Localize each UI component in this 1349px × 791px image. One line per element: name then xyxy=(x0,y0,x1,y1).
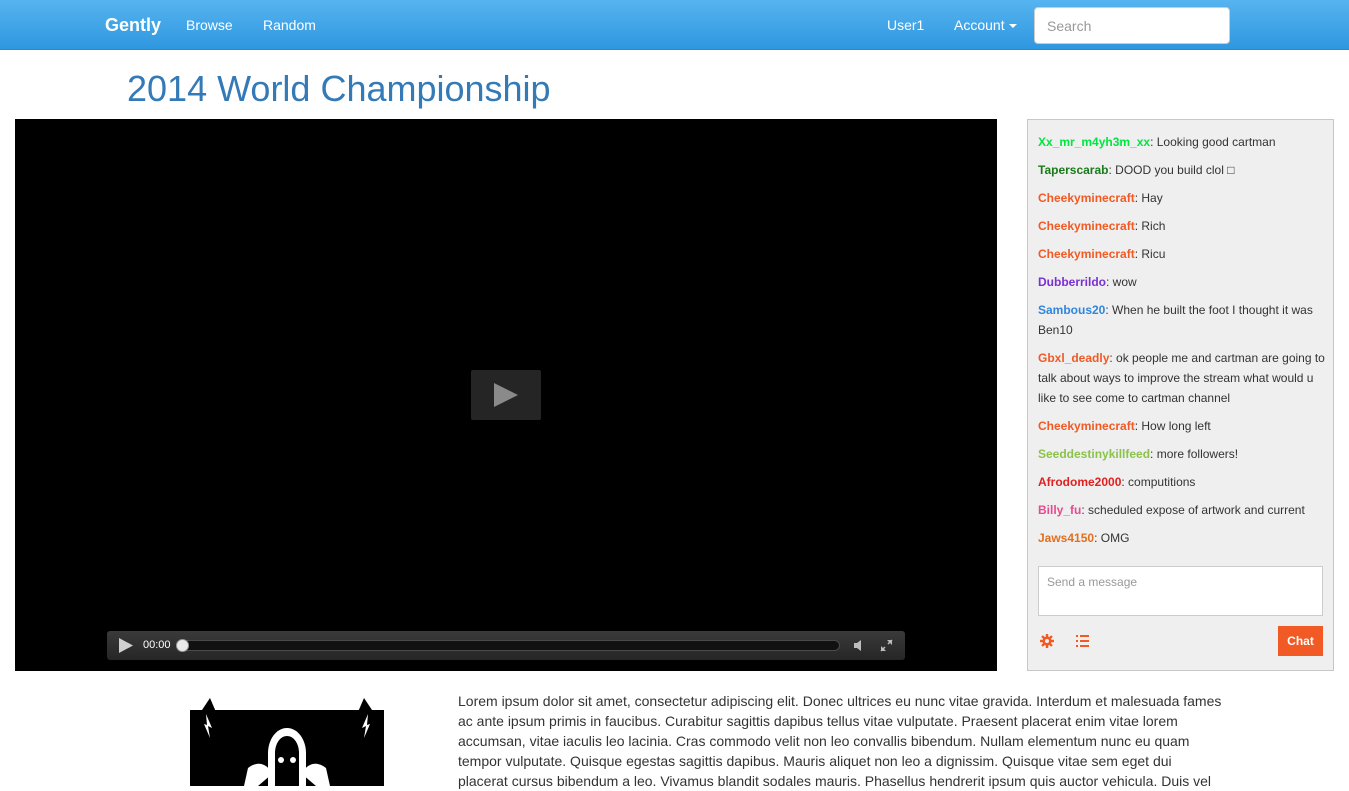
chat-text: Ricu xyxy=(1141,247,1166,261)
chat-username[interactable]: Afrodome2000 xyxy=(1038,475,1121,489)
chat-message: Gbxl_deadly: ok people me and cartman ar… xyxy=(1038,348,1328,408)
volume-icon[interactable] xyxy=(853,639,866,652)
chat-message: Seeddestinykillfeed: more followers! xyxy=(1038,444,1328,464)
list-icon[interactable] xyxy=(1076,635,1089,647)
chat-message: Cheekyminecraft: How long left xyxy=(1038,416,1328,436)
chat-text: wow xyxy=(1112,275,1137,289)
chat-separator: : xyxy=(1094,531,1101,545)
top-navbar: Gently Browse Random User1 Account xyxy=(0,0,1349,50)
video-player[interactable]: 00:00 xyxy=(15,119,997,671)
brand-logo[interactable]: Gently xyxy=(105,0,161,50)
fullscreen-icon[interactable] xyxy=(880,639,893,652)
chat-message-input[interactable] xyxy=(1038,566,1323,616)
chat-text: How long left xyxy=(1141,419,1211,433)
nav-user-link[interactable]: User1 xyxy=(887,0,924,50)
chat-separator: : xyxy=(1150,447,1157,461)
chat-text: Hay xyxy=(1141,191,1163,205)
chat-message-list: Xx_mr_m4yh3m_xx: Looking good cartman Tap… xyxy=(1038,132,1328,556)
chat-username[interactable]: Cheekyminecraft xyxy=(1038,419,1135,433)
chat-message: Taperscarab: DOOD you build clol □ xyxy=(1038,160,1328,180)
chat-message: Afrodome2000: computitions xyxy=(1038,472,1328,492)
chat-message: Cheekyminecraft: Rich xyxy=(1038,216,1328,236)
chat-message: Xx_mr_m4yh3m_xx: Looking good cartman xyxy=(1038,132,1328,152)
chat-panel: Xx_mr_m4yh3m_xx: Looking good cartman Tap… xyxy=(1027,119,1334,671)
chat-separator: : xyxy=(1106,275,1113,289)
nav-random-link[interactable]: Random xyxy=(263,0,316,50)
chat-username[interactable]: Jaws4150 xyxy=(1038,531,1094,545)
player-controls: 00:00 xyxy=(107,631,905,660)
chat-message: Cheekyminecraft: Hay xyxy=(1038,188,1328,208)
search-input[interactable] xyxy=(1034,7,1230,44)
current-time: 00:00 xyxy=(143,639,171,651)
play-icon xyxy=(494,383,518,407)
chat-message: Dubberrildo: wow xyxy=(1038,272,1328,292)
chat-message: Cheekyminecraft: Ricu xyxy=(1038,244,1328,264)
big-play-button[interactable] xyxy=(471,370,541,420)
chat-message: Billy_fu: scheduled expose of artwork an… xyxy=(1038,500,1328,520)
account-dropdown[interactable]: Account xyxy=(954,0,1017,50)
channel-description: Lorem ipsum dolor sit amet, consectetur … xyxy=(458,693,1222,789)
progress-bar[interactable] xyxy=(177,640,840,651)
chat-username[interactable]: Dubberrildo xyxy=(1038,275,1106,289)
play-small-icon[interactable] xyxy=(119,638,133,653)
gear-icon[interactable] xyxy=(1040,634,1054,648)
chat-username[interactable]: Cheekyminecraft xyxy=(1038,191,1135,205)
page-title: 2014 World Championship xyxy=(127,68,551,109)
chat-text: more followers! xyxy=(1156,447,1239,461)
chat-username[interactable]: Seeddestinykillfeed xyxy=(1038,447,1150,461)
chat-text: Looking good cartman xyxy=(1156,135,1276,149)
chat-username[interactable]: Cheekyminecraft xyxy=(1038,219,1135,233)
account-label: Account xyxy=(954,17,1005,33)
chat-username[interactable]: Gbxl_deadly xyxy=(1038,351,1109,365)
chat-username[interactable]: Taperscarab xyxy=(1038,163,1108,177)
chat-text: scheduled expose of artwork and current xyxy=(1088,503,1305,517)
chat-text: OMG xyxy=(1100,531,1130,545)
caret-down-icon xyxy=(1008,24,1017,29)
chat-username[interactable]: Xx_mr_m4yh3m_xx xyxy=(1038,135,1150,149)
chat-username[interactable]: Billy_fu xyxy=(1038,503,1081,517)
chat-username[interactable]: Cheekyminecraft xyxy=(1038,247,1135,261)
chat-send-button[interactable]: Chat xyxy=(1278,626,1323,656)
chat-separator: : xyxy=(1150,135,1157,149)
chat-message: Jaws4150: OMG xyxy=(1038,528,1328,548)
chat-text: Rich xyxy=(1141,219,1166,233)
chat-message: Sambous20: When he built the foot I thou… xyxy=(1038,300,1328,340)
chat-username[interactable]: Sambous20 xyxy=(1038,303,1105,317)
chat-text: DOOD you build clol □ xyxy=(1115,163,1235,177)
progress-handle[interactable] xyxy=(176,639,189,652)
nav-browse-link[interactable]: Browse xyxy=(186,0,233,50)
chat-separator: : xyxy=(1081,503,1089,517)
chat-text: computitions xyxy=(1128,475,1196,489)
channel-logo xyxy=(190,698,384,786)
